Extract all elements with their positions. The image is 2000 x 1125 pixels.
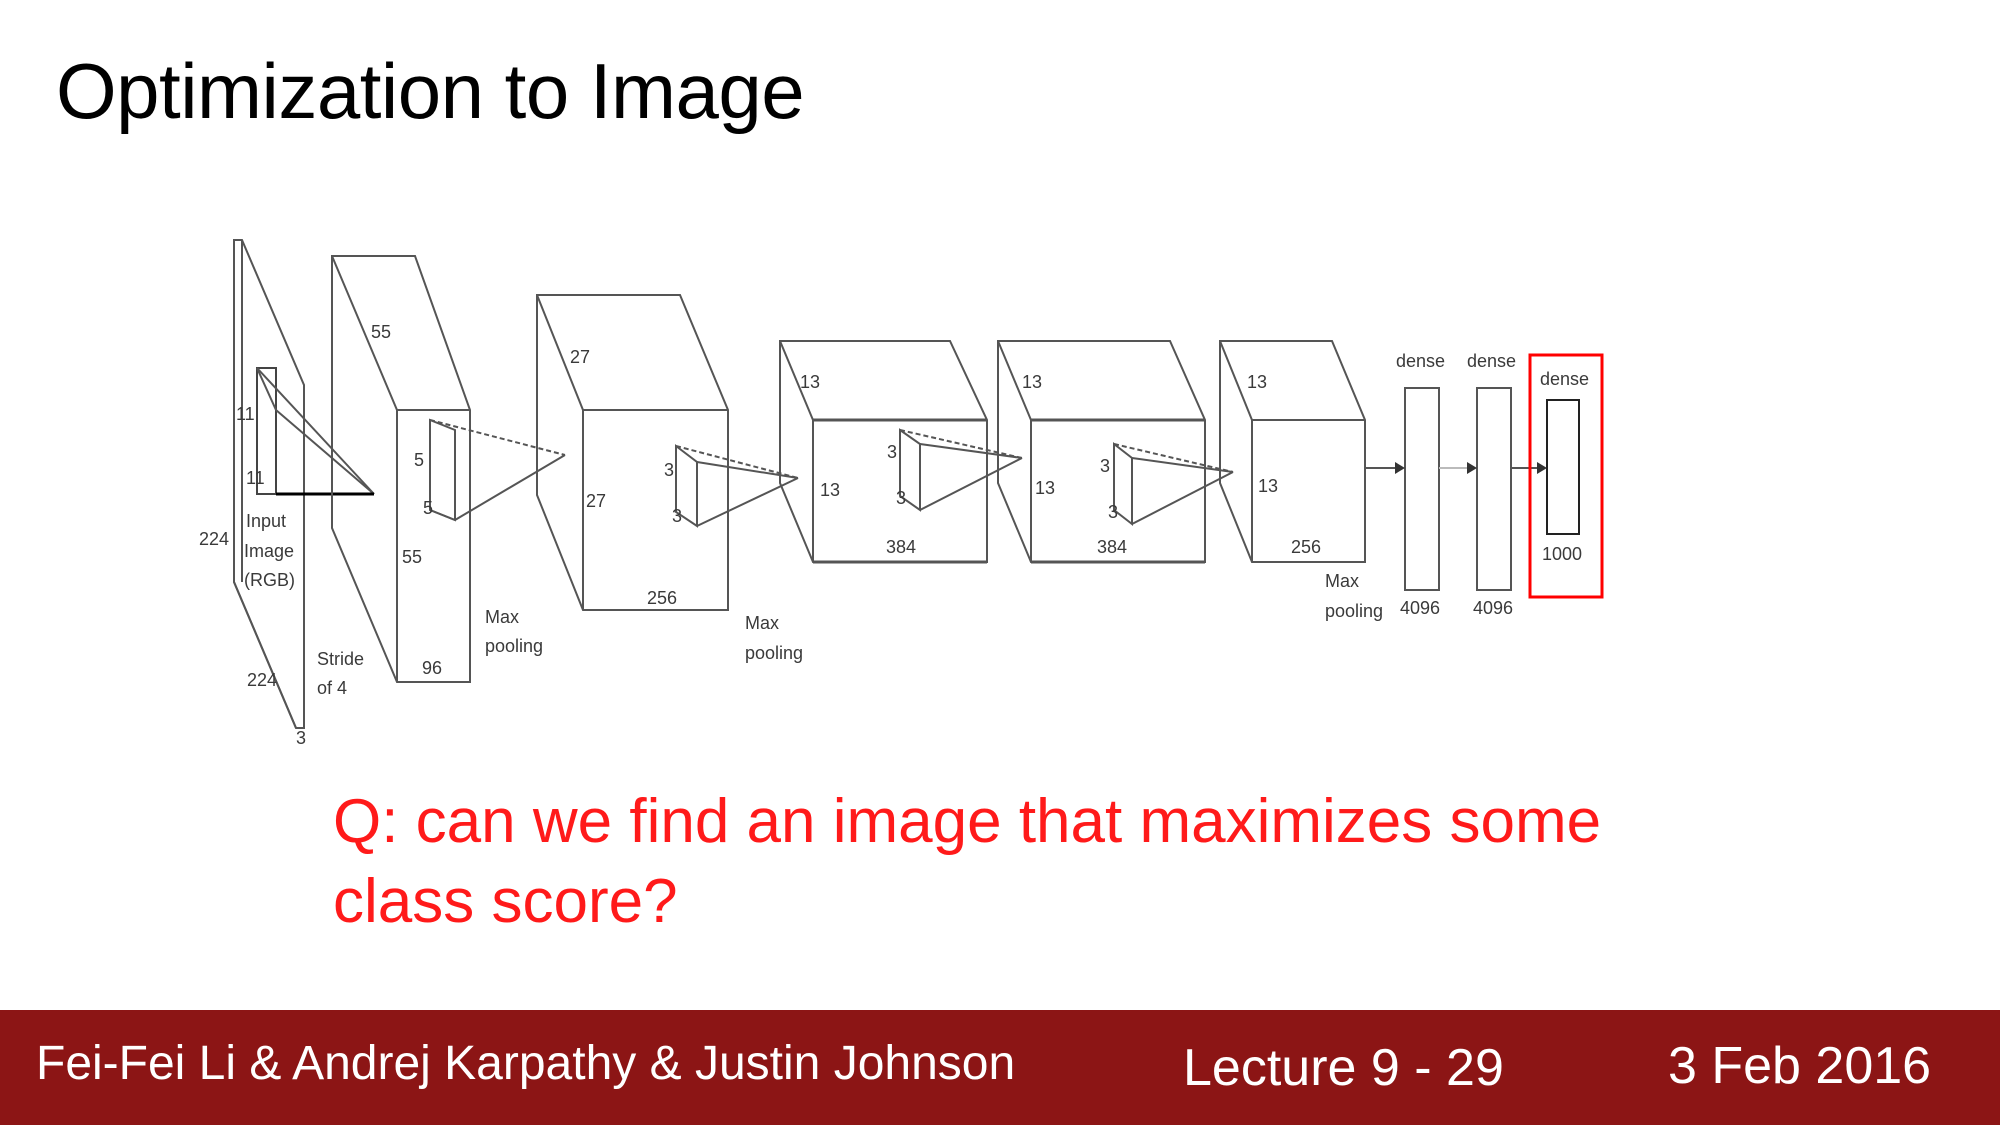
conv2-filter-w: 3 [672, 506, 682, 526]
input-width: 224 [247, 670, 277, 690]
input-label-line2: Image [244, 541, 294, 561]
input-filter-h: 11 [236, 404, 255, 424]
conv5-w: 13 [1258, 476, 1278, 496]
conv3-depth: 384 [886, 537, 916, 557]
input-depth: 3 [296, 728, 306, 748]
dense1-label: dense [1396, 351, 1445, 371]
input-filter-w: 11 [246, 468, 265, 488]
conv1-w: 55 [402, 547, 422, 567]
stride-line1: Stride [317, 649, 364, 669]
footer-lecture-number: Lecture 9 - 29 [1183, 1039, 1504, 1097]
stride-line2: of 4 [317, 678, 347, 698]
conv3-w: 13 [820, 480, 840, 500]
dense-layer-2 [1476, 387, 1512, 591]
conv4-filter-h: 3 [1100, 456, 1110, 476]
dense3-size: 1000 [1542, 544, 1582, 564]
alexnet-architecture-diagram: 11 11 Input Image (RGB) 224 224 3 Stride… [199, 239, 1604, 748]
input-label-line3: (RGB) [244, 570, 295, 590]
footer-date: 3 Feb 2016 [1668, 1037, 1932, 1095]
dense-layer-3 [1546, 399, 1580, 535]
pool3-line1: Max [1325, 571, 1359, 591]
dense2-size: 4096 [1473, 598, 1513, 618]
dense3-label: dense [1540, 369, 1589, 389]
input-label-line1: Input [246, 511, 286, 531]
pool3-line2: pooling [1325, 601, 1383, 621]
input-height: 224 [199, 529, 229, 549]
conv4-w: 13 [1035, 478, 1055, 498]
dense1-size: 4096 [1400, 598, 1440, 618]
conv5-depth: 256 [1291, 537, 1321, 557]
dense-layer-1 [1404, 387, 1440, 591]
dense2-label: dense [1467, 351, 1516, 371]
conv3-filter-h: 3 [887, 442, 897, 462]
conv4-filter-w: 3 [1108, 502, 1118, 522]
conv2-h: 27 [570, 347, 590, 367]
pool2-line2: pooling [745, 643, 803, 663]
conv2-volume [536, 294, 799, 611]
conv4-h: 13 [1022, 372, 1042, 392]
footer-bar: Fei-Fei Li & Andrej Karpathy & Justin Jo… [0, 1010, 2000, 1125]
footer-authors: Fei-Fei Li & Andrej Karpathy & Justin Jo… [36, 1037, 1016, 1090]
pool1-line2: pooling [485, 636, 543, 656]
pool2-line1: Max [745, 613, 779, 633]
conv5-volume [1219, 340, 1366, 563]
conv2-w: 27 [586, 491, 606, 511]
conv3-h: 13 [800, 372, 820, 392]
conv1-filter-h: 5 [414, 450, 424, 470]
conv3-filter-w: 3 [896, 488, 906, 508]
conv2-filter-h: 3 [664, 460, 674, 480]
conv5-h: 13 [1247, 372, 1267, 392]
conv2-depth: 256 [647, 588, 677, 608]
slide-question: Q: can we find an image that maximizes s… [333, 787, 1602, 936]
conv4-depth: 384 [1097, 537, 1127, 557]
conv1-depth: 96 [422, 658, 442, 678]
pool1-line1: Max [485, 607, 519, 627]
conv1-h: 55 [371, 322, 391, 342]
conv1-volume [331, 255, 566, 683]
conv1-filter-w: 5 [423, 498, 433, 518]
